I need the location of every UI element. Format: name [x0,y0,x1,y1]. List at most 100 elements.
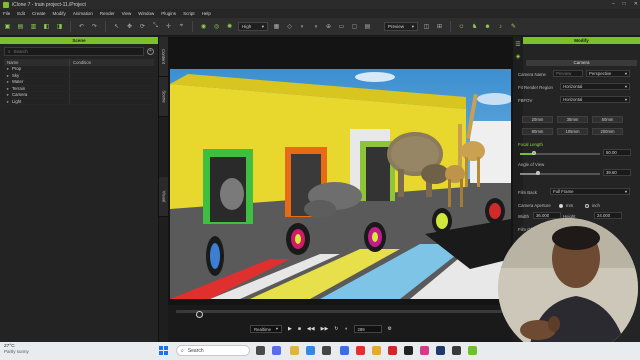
wireframe-icon[interactable]: ◇ [285,22,294,31]
fov-select[interactable]: Horizontal ▾ [560,96,630,103]
menu-modify[interactable]: Modify [53,11,66,16]
angle-of-view-handle[interactable] [535,171,540,175]
expand-arrow-icon[interactable]: ▸ [4,92,12,98]
render-icon[interactable]: ◉ [199,22,208,31]
menu-plugins[interactable]: Plugins [161,11,176,16]
expand-arrow-icon[interactable]: ▸ [4,66,12,72]
attributes-icon[interactable]: ◈ [514,53,522,61]
edge-icon[interactable] [306,346,315,355]
loop-icon[interactable]: ↻ [334,326,338,332]
app-grey-icon[interactable] [452,346,461,355]
scene-search-input[interactable]: ⌕ Search [4,47,144,56]
lens-105mm-button[interactable]: 105mm [557,128,588,135]
quality-select[interactable]: High ▾ [238,22,268,31]
app-red2-icon[interactable] [388,346,397,355]
gizmo-icon[interactable]: ⊕ [324,22,333,31]
app-red-icon[interactable] [356,346,365,355]
expand-arrow-icon[interactable]: ▸ [4,99,12,105]
menu-render[interactable]: Render [100,11,115,16]
aperture-mm-radio[interactable] [559,204,563,208]
select-icon[interactable]: ↖ [112,22,121,31]
export-icon[interactable]: ◨ [55,22,64,31]
rotate-icon[interactable]: ⟳ [138,22,147,31]
expand-arrow-icon[interactable]: ▸ [4,73,12,79]
preview-select[interactable]: Preview ▾ [384,22,418,31]
maximize-button[interactable]: □ [623,1,626,7]
camera-icon[interactable]: ◎ [212,22,221,31]
taskbar-search-box[interactable]: ⌕ Search [176,345,250,356]
add-icon[interactable]: + [147,48,154,55]
volume-icon[interactable]: ◖ [345,326,348,332]
lens-20mm-button[interactable]: 20mm [522,116,553,123]
redo-icon[interactable]: ↷ [90,22,99,31]
task-view-icon[interactable] [256,346,265,355]
lens-80mm-button[interactable]: 80mm [522,128,553,135]
angle-of-view-slider[interactable] [520,173,600,175]
menu-window[interactable]: Window [138,11,154,16]
play-icon[interactable]: ▶ [288,326,292,332]
lens-200mm-button[interactable]: 200mm [592,128,623,135]
lighting-icon[interactable]: ✺ [225,22,234,31]
move-icon[interactable]: ✥ [125,22,134,31]
view-camera-icon[interactable]: ◫ [422,22,431,31]
save-icon[interactable]: ▥ [29,22,38,31]
previous-frame-icon[interactable]: ◀◀ [307,326,315,332]
lens-50mm-button[interactable]: 50mm [592,116,623,123]
photoshop-icon[interactable] [420,346,429,355]
next-frame-icon[interactable]: ▶▶ [321,326,329,332]
import-icon[interactable]: ◧ [42,22,51,31]
scale-icon[interactable]: ⤡ [151,22,160,31]
minimize-button[interactable]: – [612,1,615,7]
frame-input[interactable]: 289 [353,325,382,333]
file-explorer-icon[interactable] [290,346,299,355]
store-icon[interactable] [322,346,331,355]
hud-icon[interactable]: ▢ [350,22,359,31]
mail-icon[interactable] [340,346,349,355]
menu-view[interactable]: View [122,11,132,16]
teams-icon[interactable] [272,346,281,355]
expand-arrow-icon[interactable]: ▸ [4,79,12,85]
app-orange-icon[interactable] [372,346,381,355]
stats-icon[interactable]: ▤ [363,22,372,31]
close-button[interactable]: ✕ [634,1,638,7]
height-input[interactable]: 24.000 [594,212,622,219]
app-dark-icon[interactable] [404,346,413,355]
stop-icon[interactable]: ■ [298,326,301,332]
menu-animation[interactable]: Animation [73,11,93,16]
camera-type-select[interactable]: Perspective ▾ [586,70,630,77]
shading-icon[interactable]: ◐ [298,22,307,31]
undo-icon[interactable]: ↶ [77,22,86,31]
film-back-select[interactable]: Full Frame ▾ [550,188,630,195]
iclone-icon[interactable] [468,346,477,355]
motion-icon[interactable]: ♞ [470,22,479,31]
display-icon[interactable]: ▭ [337,22,346,31]
paint-icon[interactable]: ✎ [509,22,518,31]
new-file-icon[interactable]: ▣ [3,22,12,31]
tree-item-light[interactable]: ▸ Light [4,98,154,105]
angle-of-view-input[interactable]: 39.60 [603,169,631,176]
menu-script[interactable]: Script [183,11,195,16]
viewport-layout-icon[interactable]: ⊞ [435,22,444,31]
settings-icon[interactable]: ☰ [514,41,522,49]
timeline-track[interactable] [176,310,506,318]
camera-name-input[interactable]: Preview [553,70,583,77]
premiere-icon[interactable] [436,346,445,355]
weather-widget[interactable]: 27°C Partly sunny [4,344,29,354]
aperture-inch-radio[interactable] [585,204,589,208]
timeline-settings-icon[interactable]: ⚙ [388,326,392,332]
grid-icon[interactable]: ▦ [272,22,281,31]
menu-create[interactable]: Create [32,11,46,16]
timeline-scrubber[interactable] [195,311,203,318]
menu-edit[interactable]: Edit [17,11,25,16]
lens-35mm-button[interactable]: 35mm [557,116,588,123]
windows-start-icon[interactable] [159,346,168,355]
open-folder-icon[interactable]: ▤ [16,22,25,31]
shadow-icon[interactable]: ◑ [311,22,320,31]
snap-icon[interactable]: ⌖ [177,22,186,31]
focal-length-input[interactable]: 50.00 [603,149,631,156]
3d-viewport[interactable] [170,69,511,299]
character-icon[interactable]: ☺ [457,22,466,31]
menu-help[interactable]: Help [202,11,211,16]
face-icon[interactable]: ☻ [483,22,492,31]
expand-arrow-icon[interactable]: ▸ [4,86,12,92]
